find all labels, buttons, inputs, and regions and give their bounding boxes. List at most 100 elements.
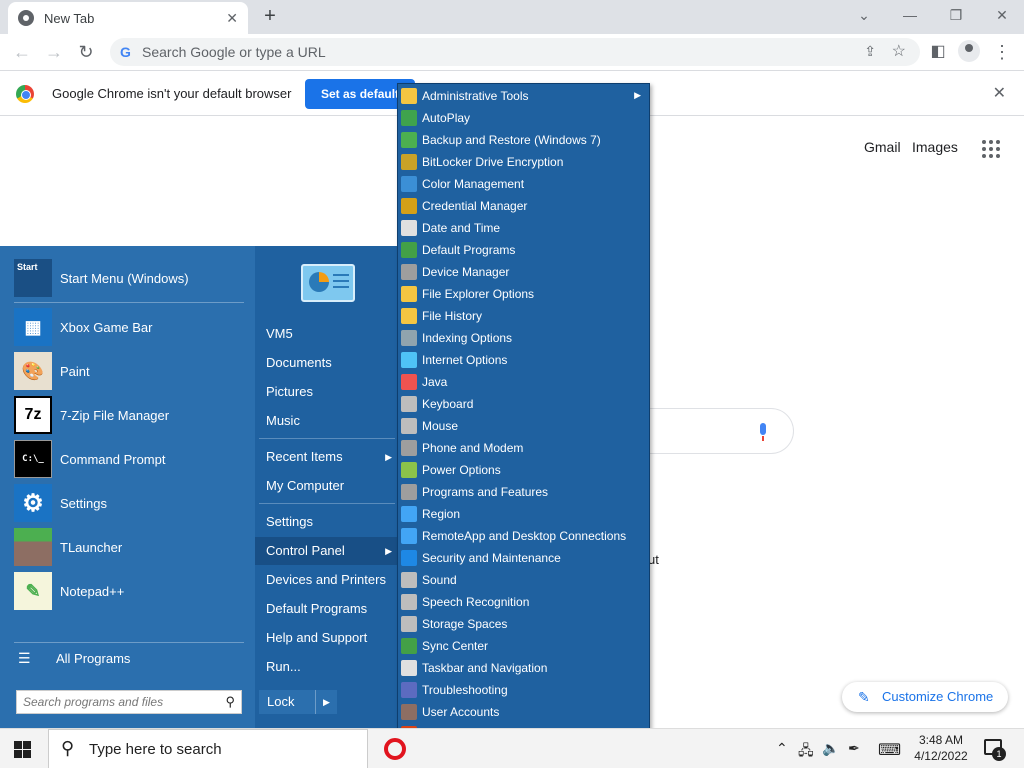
control-panel-item[interactable]: Backup and Restore (Windows 7) — [398, 129, 649, 151]
menu-item-settings[interactable]: Settings — [255, 508, 400, 536]
new-tab-button[interactable]: + — [258, 4, 282, 28]
control-panel-item-label: Color Management — [422, 177, 525, 191]
control-panel-item[interactable]: Default Programs — [398, 239, 649, 261]
voice-search-mic-icon[interactable] — [758, 423, 768, 441]
side-panel-icon[interactable]: ◧ — [926, 40, 950, 64]
control-panel-item[interactable]: Power Options — [398, 459, 649, 481]
reload-icon[interactable]: ↻ — [74, 40, 98, 64]
menu-item-control-panel[interactable]: Control Panel ▶ — [255, 537, 400, 565]
program-label: Paint — [60, 363, 90, 379]
start-menu-search-input[interactable] — [17, 691, 213, 713]
menu-item-help-support[interactable]: Help and Support — [255, 624, 400, 652]
close-window-button[interactable]: ✕ — [978, 0, 1024, 30]
gmail-link[interactable]: Gmail — [864, 139, 901, 155]
images-link[interactable]: Images — [912, 139, 958, 155]
menu-item-recent-items[interactable]: Recent Items ▶ — [255, 443, 400, 471]
program-label: Notepad++ — [60, 583, 125, 599]
control-panel-item[interactable]: Region — [398, 503, 649, 525]
control-panel-item[interactable]: Storage Spaces — [398, 613, 649, 635]
all-programs-button[interactable]: ☰ All Programs — [18, 650, 130, 667]
start-menu-icon: Start — [14, 259, 52, 297]
notification-count: 1 — [992, 747, 1006, 761]
tab-search-chevron-icon[interactable]: ⌄ — [840, 0, 888, 30]
program-tlauncher[interactable]: TLauncher — [14, 527, 250, 567]
control-panel-item[interactable]: Indexing Options — [398, 327, 649, 349]
menu-item-pictures[interactable]: Pictures — [255, 378, 400, 406]
control-panel-label: Control Panel — [266, 543, 345, 558]
control-panel-item[interactable]: AutoPlay — [398, 107, 649, 129]
pen-icon[interactable]: ✒ — [848, 740, 860, 757]
tab-new-tab[interactable]: New Tab ✕ — [8, 2, 248, 34]
system-clock[interactable]: 3:48 AM 4/12/2022 — [908, 732, 974, 764]
control-panel-item[interactable]: RemoteApp and Desktop Connections — [398, 525, 649, 547]
back-arrow-icon[interactable]: ← — [10, 40, 34, 64]
bookmark-star-icon[interactable]: ☆ — [892, 41, 906, 61]
control-panel-item-label: Backup and Restore (Windows 7) — [422, 133, 601, 147]
control-panel-item-label: AutoPlay — [422, 111, 471, 125]
network-icon[interactable]: 🖧 — [798, 740, 814, 764]
power-options-arrow-icon[interactable]: ▶ — [315, 690, 337, 714]
control-panel-item[interactable]: Speech Recognition — [398, 591, 649, 613]
control-panel-item[interactable]: Security and Maintenance — [398, 547, 649, 569]
remoteapp-icon — [401, 528, 417, 544]
kebab-menu-icon[interactable]: ⋮ — [990, 40, 1014, 64]
show-hidden-icons-chevron-icon[interactable]: ⌃ — [776, 740, 788, 757]
settings-gear-icon: ⚙ — [14, 484, 52, 522]
program-settings[interactable]: ⚙ Settings — [14, 483, 250, 523]
control-panel-item[interactable]: BitLocker Drive Encryption — [398, 151, 649, 173]
menu-item-vm5[interactable]: VM5 — [255, 320, 400, 348]
control-panel-item[interactable]: Programs and Features — [398, 481, 649, 503]
omnibox-input[interactable] — [142, 38, 742, 66]
omnibox[interactable]: G ⇪ ☆ — [110, 38, 920, 66]
lock-button[interactable]: Lock — [259, 690, 315, 714]
taskbar-search[interactable]: ⚲ Type here to search — [48, 729, 368, 768]
menu-item-devices-printers[interactable]: Devices and Printers — [255, 566, 400, 594]
clock-date: 4/12/2022 — [914, 749, 968, 763]
menu-item-run[interactable]: Run... — [255, 653, 400, 681]
program-start-menu[interactable]: Start Start Menu (Windows) — [14, 258, 250, 298]
program-xbox-game-bar[interactable]: ▦ Xbox Game Bar — [14, 307, 250, 347]
control-panel-item[interactable]: Device Manager — [398, 261, 649, 283]
share-icon[interactable]: ⇪ — [864, 43, 876, 60]
windows-start-icon[interactable] — [14, 741, 31, 758]
control-panel-item[interactable]: File History — [398, 305, 649, 327]
google-apps-icon[interactable] — [982, 140, 1000, 158]
program-paint[interactable]: 🎨 Paint — [14, 351, 250, 391]
notification-center-icon[interactable]: 1 — [984, 739, 1006, 761]
profile-avatar[interactable] — [958, 40, 980, 62]
infobar-close-icon[interactable]: ✕ — [993, 83, 1006, 103]
control-panel-item[interactable]: Java — [398, 371, 649, 393]
restore-button[interactable]: ❐ — [932, 0, 980, 30]
control-panel-item[interactable]: Troubleshooting — [398, 679, 649, 701]
control-panel-item[interactable]: Mouse — [398, 415, 649, 437]
control-panel-item[interactable]: Credential Manager — [398, 195, 649, 217]
touch-keyboard-icon[interactable]: ⌨ — [878, 740, 901, 760]
menu-item-music[interactable]: Music — [255, 407, 400, 435]
volume-icon[interactable]: 🔈 — [822, 740, 839, 757]
menu-item-documents[interactable]: Documents — [255, 349, 400, 377]
control-panel-item[interactable]: User Accounts — [398, 701, 649, 723]
opera-browser-icon[interactable] — [384, 738, 406, 760]
control-panel-item[interactable]: Internet Options — [398, 349, 649, 371]
minimize-button[interactable]: — — [886, 0, 934, 30]
control-panel-item[interactable]: Keyboard — [398, 393, 649, 415]
default-programs-icon — [401, 242, 417, 258]
program-notepad-plus-plus[interactable]: ✎ Notepad++ — [14, 571, 250, 611]
tab-close-icon[interactable]: ✕ — [226, 10, 238, 27]
control-panel-item[interactable]: File Explorer Options — [398, 283, 649, 305]
menu-item-my-computer[interactable]: My Computer — [255, 472, 400, 500]
start-menu-search[interactable]: ⚲ — [16, 690, 242, 714]
control-panel-item[interactable]: Administrative Tools ▶ — [398, 85, 649, 107]
control-panel-item[interactable]: Taskbar and Navigation — [398, 657, 649, 679]
control-panel-item[interactable]: Sound — [398, 569, 649, 591]
program-label: Settings — [60, 495, 107, 511]
program-command-prompt[interactable]: C:\_ Command Prompt — [14, 439, 250, 479]
control-panel-item[interactable]: Date and Time — [398, 217, 649, 239]
program-7zip[interactable]: 7z 7-Zip File Manager — [14, 395, 250, 435]
control-panel-item[interactable]: Sync Center — [398, 635, 649, 657]
menu-item-default-programs[interactable]: Default Programs — [255, 595, 400, 623]
control-panel-item[interactable]: Phone and Modem — [398, 437, 649, 459]
control-panel-item[interactable]: Color Management — [398, 173, 649, 195]
customize-chrome-button[interactable]: ✎ Customize Chrome — [842, 682, 1008, 712]
forward-arrow-icon[interactable]: → — [42, 40, 66, 64]
